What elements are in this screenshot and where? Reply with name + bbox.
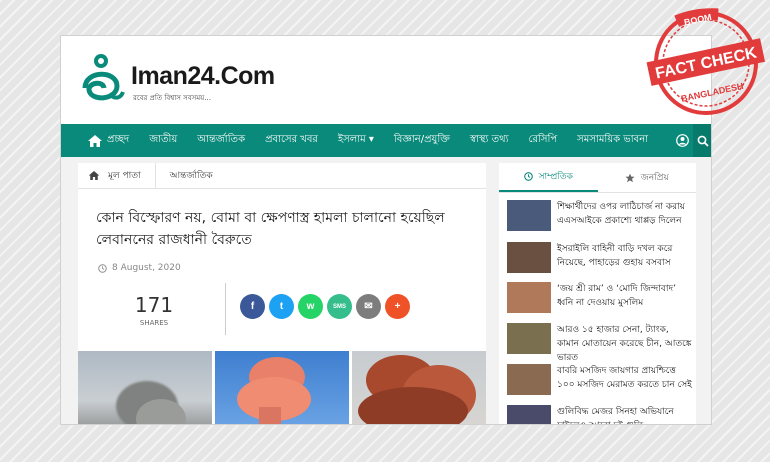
search-button[interactable] (692, 124, 711, 157)
facebook-share-button[interactable]: f (240, 294, 265, 319)
article-date: 8 August, 2020 (98, 263, 181, 273)
facebook-icon: f (250, 301, 255, 312)
list-item-title[interactable]: শিক্ষার্থীদের ওপর লাঠিচার্জ না করায় এএস… (557, 200, 692, 232)
nav-item-expat-news[interactable]: প্রবাসের খবর (255, 132, 328, 149)
clock-icon (98, 263, 107, 273)
user-account-button[interactable] (672, 124, 692, 157)
list-item[interactable]: বাবরি মসজিদ জায়গার প্রায়শ্চিত্তে ১০০ ম… (507, 364, 692, 396)
nav-item-national[interactable]: জাতীয় (139, 132, 187, 149)
share-counter: 171 SHARES (126, 293, 182, 327)
home-icon (88, 171, 100, 180)
plus-icon: + (394, 301, 401, 312)
article-date-text: 8 August, 2020 (112, 263, 181, 273)
fact-check-badge: BOOM FACT CHECK BANGLADESH (646, 8, 766, 115)
list-item-thumbnail[interactable] (507, 200, 551, 231)
list-item-thumbnail[interactable] (507, 405, 551, 424)
nav-item-science-tech[interactable]: বিজ্ঞান/প্রযুক্তি (384, 132, 460, 149)
list-item-thumbnail[interactable] (507, 282, 551, 313)
nav-item-home[interactable]: প্রচ্ছদ (61, 124, 139, 157)
list-item-title[interactable]: আরও ১৫ হাজার সেনা, ট্যাংক, কামান মোতায়ে… (557, 323, 692, 363)
shares-label: SHARES (139, 319, 169, 327)
hero-image-left (78, 351, 212, 424)
list-item-thumbnail[interactable] (507, 242, 551, 273)
clock-icon (523, 172, 533, 181)
site-tagline: রবের প্রতি বিশ্বাস সবসময়... (133, 94, 211, 102)
breadcrumb-current[interactable]: আন্তর্জাতিক (156, 168, 213, 183)
list-item-title[interactable]: গুলিবিদ্ধ মেজর সিনহা অভিযানে চাইলেও আরো … (557, 405, 692, 424)
sms-icon: SMS (332, 303, 346, 310)
breadcrumb-home[interactable]: মূল পাতা (78, 162, 156, 189)
list-item[interactable]: ‘জয় শ্রী রাম’ ও ‘মোদি জিন্দাবাদ’ ধ্বনি … (507, 282, 692, 314)
list-item[interactable]: ইসরাইলি বাহিনী বাড়ি দখল করে নিয়েছে, পা… (507, 242, 692, 274)
badge-bottom-text: BANGLADESH (680, 81, 744, 104)
list-item-title[interactable]: বাবরি মসজিদ জায়গার প্রায়শ্চিত্তে ১০০ ম… (557, 364, 692, 396)
email-icon: ✉ (364, 301, 373, 312)
nav-item-health[interactable]: স্বাস্থ্য তথ্য (460, 132, 519, 149)
nav-item-islam[interactable]: ইসলাম ▾ (328, 132, 384, 149)
nav-item-international[interactable]: আন্তর্জাতিক (187, 132, 255, 149)
hero-image-right (352, 351, 486, 424)
list-item-thumbnail[interactable] (507, 323, 551, 354)
share-count: 171 (134, 293, 174, 317)
hero-image-middle (215, 351, 349, 424)
whatsapp-icon: w (306, 301, 315, 312)
share-buttons: f t w SMS ✉ + (240, 294, 410, 319)
article-panel: মূল পাতা আন্তর্জাতিক কোন বিস্ফোরণ নয়, ব… (78, 162, 486, 424)
email-share-button[interactable]: ✉ (356, 294, 381, 319)
site-header: Iman24.Com রবের প্রতি বিশ্বাস সবসময়... (61, 36, 711, 124)
list-item-thumbnail[interactable] (507, 364, 551, 395)
tab-popular-label: জনপ্রিয় (640, 173, 669, 183)
sms-share-button[interactable]: SMS (327, 294, 352, 319)
list-item-title[interactable]: ইসরাইলি বাহিনী বাড়ি দখল করে নিয়েছে, পা… (557, 242, 692, 274)
home-icon (88, 134, 102, 147)
more-share-button[interactable]: + (385, 294, 410, 319)
breadcrumb-home-label: মূল পাতা (108, 171, 141, 181)
sidebar-widget: সাম্প্রতিক জনপ্রিয় শিক্ষার্থীদের ওপর লা… (499, 163, 696, 424)
twitter-icon: t (279, 301, 284, 312)
nav-item-recipe[interactable]: রেসিপি (518, 132, 567, 149)
list-item[interactable]: শিক্ষার্থীদের ওপর লাঠিচার্জ না করায় এএস… (507, 200, 692, 232)
browser-page: Iman24.Com রবের প্রতি বিশ্বাস সবসময়... … (60, 35, 712, 425)
sidebar-tabs: সাম্প্রতিক জনপ্রিয় (499, 163, 696, 193)
main-nav: প্রচ্ছদ জাতীয় আন্তর্জাতিক প্রবাসের খবর … (61, 124, 711, 157)
nav-home-label: প্রচ্ছদ (107, 134, 130, 145)
article-title: কোন বিস্ফোরণ নয়, বোমা বা ক্ষেপণাস্ত্র হ… (96, 210, 445, 248)
share-divider (225, 283, 226, 335)
article-hero-image (78, 351, 486, 424)
list-item[interactable]: গুলিবিদ্ধ মেজর সিনহা অভিযানে চাইলেও আরো … (507, 405, 692, 424)
breadcrumb: মূল পাতা আন্তর্জাতিক (78, 162, 486, 189)
user-icon (675, 134, 689, 147)
list-item[interactable]: আরও ১৫ হাজার সেনা, ট্যাংক, কামান মোতায়ে… (507, 323, 692, 363)
star-icon (625, 173, 635, 182)
whatsapp-share-button[interactable]: w (298, 294, 323, 319)
twitter-share-button[interactable]: t (269, 294, 294, 319)
site-logo-text[interactable]: Iman24.Com (131, 62, 275, 91)
nav-item-contemporary[interactable]: সমসাময়িক ভাবনা (567, 132, 658, 149)
search-icon (697, 135, 709, 147)
tab-recent[interactable]: সাম্প্রতিক (499, 163, 598, 192)
tab-popular[interactable]: জনপ্রিয় (598, 163, 697, 192)
site-logo-icon[interactable] (79, 50, 129, 106)
tab-recent-label: সাম্প্রতিক (538, 172, 573, 182)
list-item-title[interactable]: ‘জয় শ্রী রাম’ ও ‘মোদি জিন্দাবাদ’ ধ্বনি … (557, 282, 692, 314)
